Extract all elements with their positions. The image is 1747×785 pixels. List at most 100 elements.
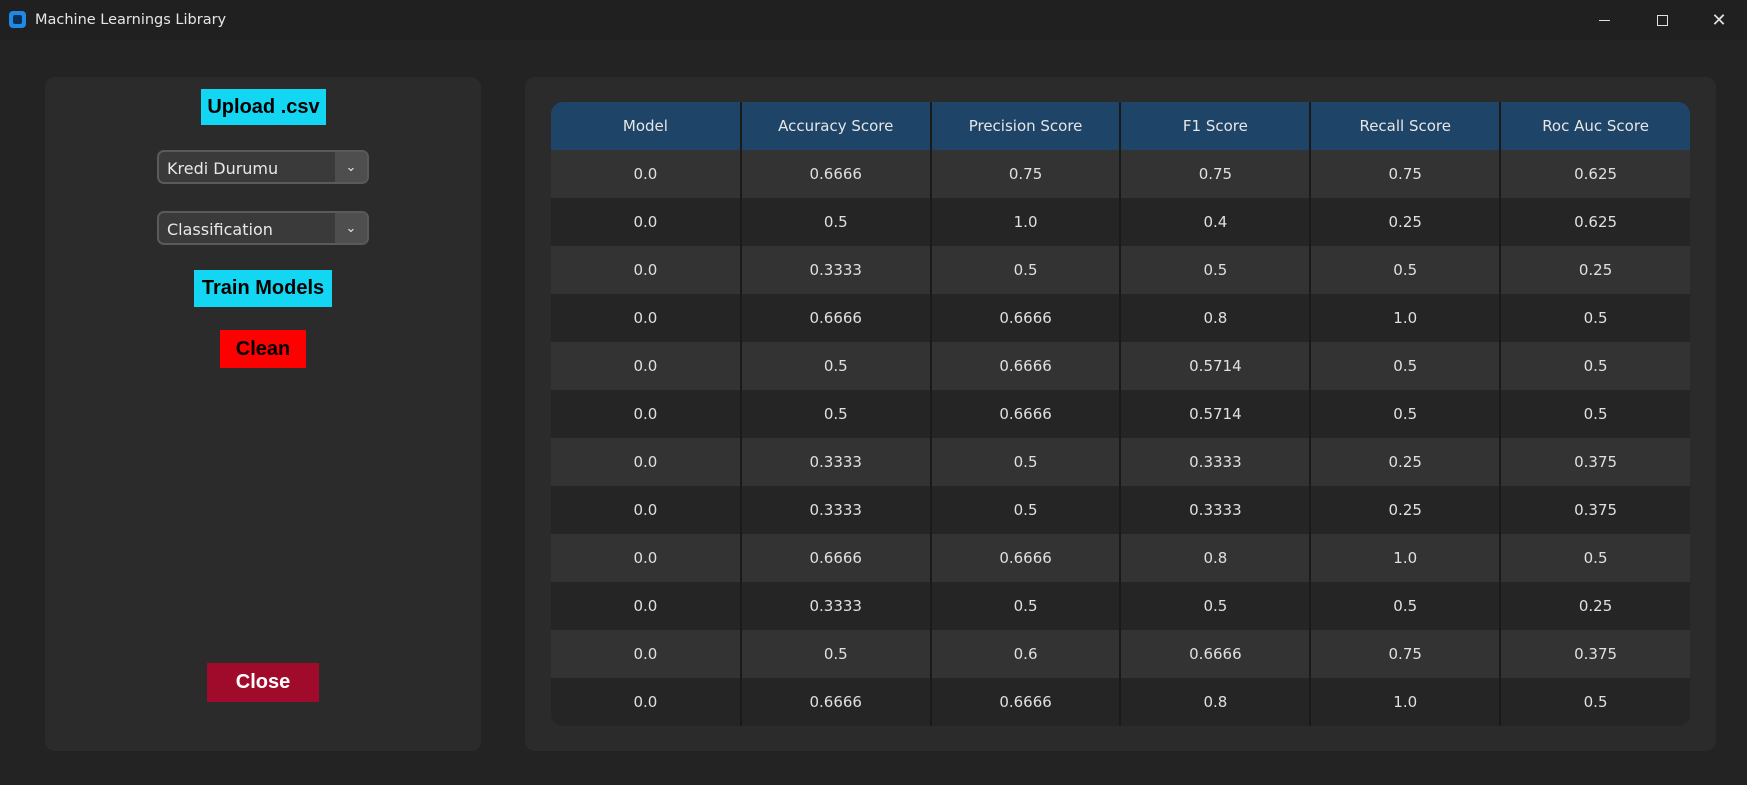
- cell-recall: 0.5: [1310, 246, 1502, 294]
- cell-recall: 0.75: [1310, 630, 1502, 678]
- cell-f1: 0.5: [1120, 582, 1312, 630]
- cell-model: 0.0: [551, 150, 742, 198]
- cell-accuracy: 0.3333: [740, 486, 932, 534]
- cell-precision: 1.0: [930, 198, 1122, 246]
- cell-model: 0.0: [551, 678, 742, 726]
- cell-accuracy: 0.6666: [740, 678, 932, 726]
- target-column-select[interactable]: Kredi Durumu ⌄: [157, 150, 369, 184]
- maximize-icon: [1656, 14, 1668, 26]
- upload-csv-button[interactable]: Upload .csv: [201, 89, 326, 125]
- window-title: Machine Learnings Library: [35, 12, 227, 28]
- cell-f1: 0.8: [1120, 294, 1312, 342]
- cell-accuracy: 0.5: [740, 342, 932, 390]
- results-table: Model Accuracy Score Precision Score F1 …: [551, 102, 1690, 726]
- cell-accuracy: 0.6666: [740, 534, 932, 582]
- cell-model: 0.0: [551, 246, 742, 294]
- cell-precision: 0.6: [930, 630, 1122, 678]
- cell-accuracy: 0.5: [740, 630, 932, 678]
- cell-recall: 1.0: [1310, 534, 1502, 582]
- chevron-down-icon[interactable]: ⌄: [335, 152, 367, 182]
- close-button[interactable]: Close: [207, 663, 319, 702]
- cell-recall: 0.25: [1310, 438, 1502, 486]
- header-roc-auc: Roc Auc Score: [1500, 102, 1690, 150]
- cell-precision: 0.6666: [930, 342, 1122, 390]
- clean-button[interactable]: Clean: [220, 330, 306, 368]
- table-row: 0.0 0.3333 0.5 0.3333 0.25 0.375: [551, 486, 1690, 534]
- header-model: Model: [551, 102, 742, 150]
- header-accuracy: Accuracy Score: [740, 102, 932, 150]
- cell-f1: 0.8: [1120, 678, 1312, 726]
- cell-recall: 1.0: [1310, 294, 1502, 342]
- close-icon: ✕: [1711, 9, 1727, 31]
- close-window-button[interactable]: ✕: [1691, 0, 1747, 40]
- cell-recall: 0.5: [1310, 342, 1502, 390]
- table-row: 0.0 0.6666 0.75 0.75 0.75 0.625: [551, 150, 1690, 198]
- cell-recall: 0.5: [1310, 582, 1502, 630]
- cell-precision: 0.5: [930, 438, 1122, 486]
- cell-model: 0.0: [551, 294, 742, 342]
- maximize-button[interactable]: [1634, 0, 1690, 40]
- cell-recall: 0.5: [1310, 390, 1502, 438]
- cell-f1: 0.5: [1120, 246, 1312, 294]
- cell-precision: 0.5: [930, 486, 1122, 534]
- cell-accuracy: 0.3333: [740, 438, 932, 486]
- table-row: 0.0 0.6666 0.6666 0.8 1.0 0.5: [551, 678, 1690, 726]
- cell-roc-auc: 0.625: [1500, 150, 1690, 198]
- table-row: 0.0 0.3333 0.5 0.3333 0.25 0.375: [551, 438, 1690, 486]
- cell-accuracy: 0.6666: [740, 294, 932, 342]
- cell-precision: 0.75: [930, 150, 1122, 198]
- cell-model: 0.0: [551, 390, 742, 438]
- cell-roc-auc: 0.5: [1500, 390, 1690, 438]
- table-header-row: Model Accuracy Score Precision Score F1 …: [551, 102, 1690, 150]
- cell-recall: 0.25: [1310, 198, 1502, 246]
- cell-precision: 0.6666: [930, 678, 1122, 726]
- minimize-icon: [1598, 19, 1610, 21]
- cell-f1: 0.6666: [1120, 630, 1312, 678]
- cell-precision: 0.5: [930, 582, 1122, 630]
- cell-accuracy: 0.5: [740, 390, 932, 438]
- title-bar: Machine Learnings Library ✕: [0, 0, 1747, 40]
- cell-model: 0.0: [551, 582, 742, 630]
- cell-model: 0.0: [551, 630, 742, 678]
- cell-precision: 0.6666: [930, 294, 1122, 342]
- table-row: 0.0 0.3333 0.5 0.5 0.5 0.25: [551, 582, 1690, 630]
- header-recall: Recall Score: [1310, 102, 1502, 150]
- cell-f1: 0.3333: [1120, 486, 1312, 534]
- header-f1: F1 Score: [1120, 102, 1312, 150]
- table-row: 0.0 0.5 0.6 0.6666 0.75 0.375: [551, 630, 1690, 678]
- cell-accuracy: 0.3333: [740, 246, 932, 294]
- cell-accuracy: 0.5: [740, 198, 932, 246]
- cell-f1: 0.3333: [1120, 438, 1312, 486]
- task-type-select[interactable]: Classification ⌄: [157, 211, 369, 245]
- table-row: 0.0 0.5 0.6666 0.5714 0.5 0.5: [551, 342, 1690, 390]
- cell-roc-auc: 0.375: [1500, 438, 1690, 486]
- table-row: 0.0 0.5 1.0 0.4 0.25 0.625: [551, 198, 1690, 246]
- target-column-value: Kredi Durumu: [167, 159, 279, 178]
- cell-recall: 0.25: [1310, 486, 1502, 534]
- cell-precision: 0.5: [930, 246, 1122, 294]
- chevron-down-icon[interactable]: ⌄: [335, 213, 367, 243]
- table-row: 0.0 0.6666 0.6666 0.8 1.0 0.5: [551, 534, 1690, 582]
- cell-recall: 0.75: [1310, 150, 1502, 198]
- cell-roc-auc: 0.25: [1500, 246, 1690, 294]
- cell-roc-auc: 0.5: [1500, 342, 1690, 390]
- cell-roc-auc: 0.375: [1500, 630, 1690, 678]
- cell-f1: 0.75: [1120, 150, 1312, 198]
- table-row: 0.0 0.6666 0.6666 0.8 1.0 0.5: [551, 294, 1690, 342]
- cell-precision: 0.6666: [930, 390, 1122, 438]
- cell-roc-auc: 0.5: [1500, 294, 1690, 342]
- table-row: 0.0 0.5 0.6666 0.5714 0.5 0.5: [551, 390, 1690, 438]
- train-models-button[interactable]: Train Models: [194, 270, 332, 307]
- task-type-value: Classification: [167, 220, 273, 239]
- cell-precision: 0.6666: [930, 534, 1122, 582]
- cell-model: 0.0: [551, 438, 742, 486]
- cell-roc-auc: 0.625: [1500, 198, 1690, 246]
- cell-model: 0.0: [551, 198, 742, 246]
- cell-accuracy: 0.6666: [740, 150, 932, 198]
- cell-f1: 0.8: [1120, 534, 1312, 582]
- cell-accuracy: 0.3333: [740, 582, 932, 630]
- app-icon: [9, 11, 26, 28]
- cell-model: 0.0: [551, 534, 742, 582]
- minimize-button[interactable]: [1576, 0, 1632, 40]
- cell-recall: 1.0: [1310, 678, 1502, 726]
